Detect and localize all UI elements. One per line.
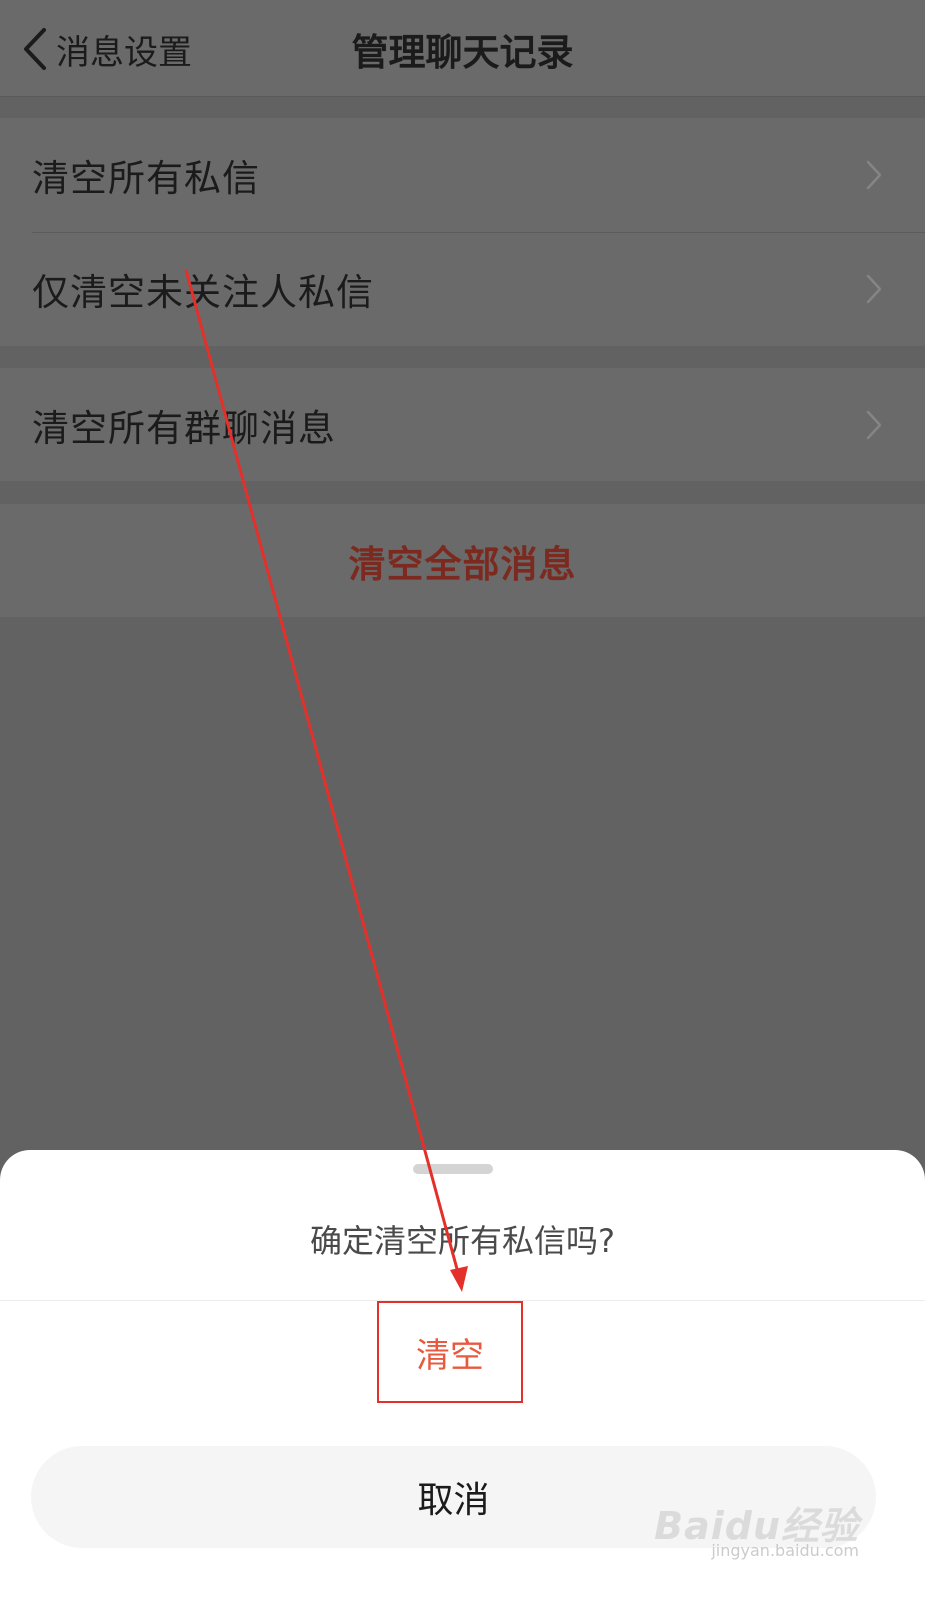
clear-all-messages-label: 清空全部消息 xyxy=(348,542,577,586)
clear-unfollowed-private-messages-row[interactable]: 仅清空未关注人私信 xyxy=(0,232,925,346)
private-messages-group: 清空所有私信 仅清空未关注人私信 xyxy=(0,118,925,346)
clear-all-messages-button[interactable]: 清空全部消息 xyxy=(0,504,925,617)
chevron-right-icon xyxy=(865,274,883,304)
header-bar: 消息设置 管理聊天记录 xyxy=(0,0,925,97)
row-label: 清空所有群聊消息 xyxy=(32,406,336,450)
group-chat-group: 清空所有群聊消息 xyxy=(0,368,925,481)
confirm-action-sheet: 确定清空所有私信吗? 清空 取消 xyxy=(0,1150,925,1600)
cancel-button[interactable]: 取消 xyxy=(31,1446,876,1548)
chevron-right-icon xyxy=(865,160,883,190)
page-title: 管理聊天记录 xyxy=(351,31,574,74)
confirm-clear-button[interactable]: 清空 xyxy=(377,1301,523,1403)
confirm-clear-label: 清空 xyxy=(416,1335,484,1376)
clear-all-private-messages-row[interactable]: 清空所有私信 xyxy=(0,118,925,232)
row-label: 仅清空未关注人私信 xyxy=(32,271,374,314)
clear-all-group: 清空全部消息 xyxy=(0,504,925,617)
chevron-right-icon xyxy=(865,410,883,440)
row-label: 清空所有私信 xyxy=(32,157,260,200)
confirm-prompt: 确定清空所有私信吗? xyxy=(310,1222,615,1260)
cancel-label: 取消 xyxy=(417,1480,490,1521)
sheet-drag-handle[interactable] xyxy=(413,1164,493,1174)
clear-group-chat-messages-row[interactable]: 清空所有群聊消息 xyxy=(0,368,925,481)
